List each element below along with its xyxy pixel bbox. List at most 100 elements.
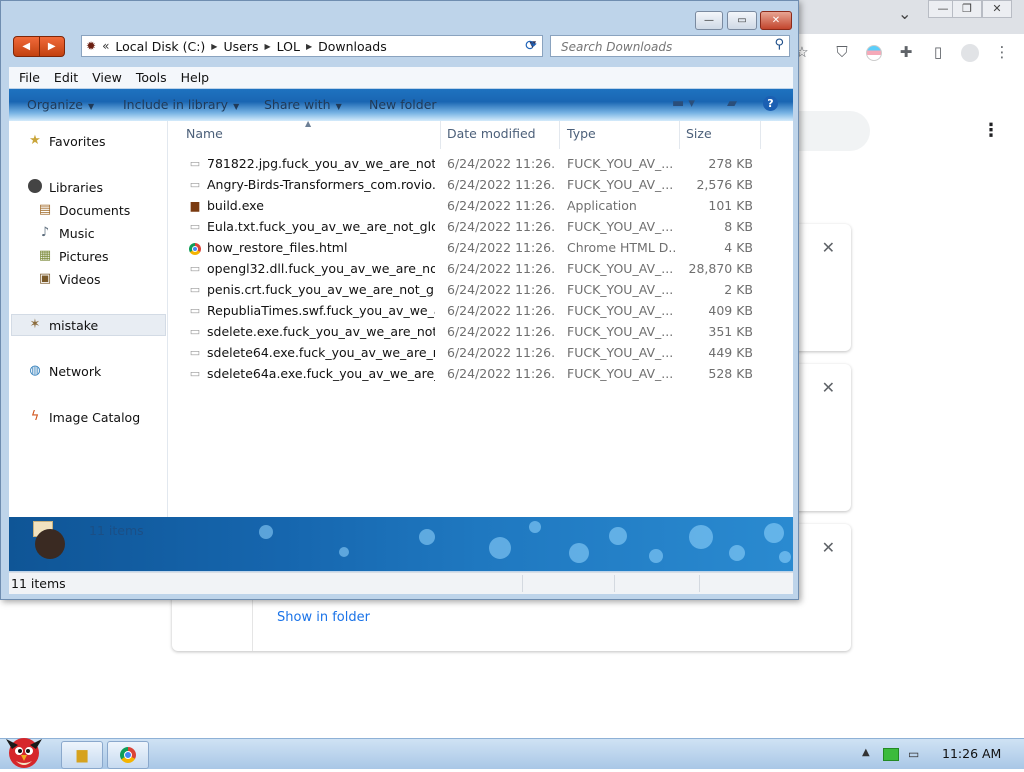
chrome-menu-icon[interactable]: ⋮ — [992, 42, 1012, 62]
card-close-icon[interactable]: ✕ — [822, 538, 835, 557]
decor-bubble — [489, 537, 511, 559]
nav-user-mistake[interactable]: ✶ mistake — [27, 317, 99, 333]
column-header-size[interactable]: Size — [686, 126, 712, 141]
include-in-library-button[interactable]: Include in library ▼ — [123, 97, 239, 112]
chrome-close-button[interactable]: ✕ — [982, 0, 1012, 18]
breadcrumb-separator-icon[interactable]: ▶ — [306, 42, 312, 51]
column-header-name[interactable]: Name — [186, 126, 223, 141]
column-divider[interactable] — [559, 121, 560, 149]
new-folder-button[interactable]: New folder — [369, 97, 437, 112]
taskbar-explorer-button[interactable]: ▆ — [61, 741, 103, 769]
chevron-down-icon: ▼ — [335, 102, 342, 111]
help-icon[interactable]: ? — [763, 96, 778, 111]
column-divider[interactable] — [760, 121, 761, 149]
forward-arrow-icon[interactable]: ▶ — [38, 37, 65, 56]
menu-help[interactable]: Help — [181, 70, 210, 85]
search-icon[interactable]: ⚲ — [774, 37, 784, 52]
file-type: FUCK_YOU_AV_... — [567, 261, 674, 276]
maximize-button[interactable]: ▭ — [727, 11, 757, 30]
menu-file[interactable]: File — [19, 70, 40, 85]
chrome-tab-search-chevron[interactable]: ⌄ — [898, 4, 911, 23]
file-row[interactable]: ▭ RepubliaTimes.swf.fuck_you_av_we_ar...… — [168, 301, 788, 322]
file-size: 351 KB — [708, 324, 753, 339]
file-row[interactable]: ▭ penis.crt.fuck_you_av_we_are_not_glo..… — [168, 280, 788, 301]
nav-label: Documents — [59, 202, 131, 218]
extension-flag-icon[interactable] — [864, 42, 884, 62]
nav-music[interactable]: ♪ Music — [37, 225, 95, 241]
change-view-icon[interactable]: ▬ ▾ — [672, 96, 695, 111]
file-size: 278 KB — [708, 156, 753, 171]
nav-network[interactable]: ◍ Network — [27, 363, 101, 379]
menu-tools[interactable]: Tools — [136, 70, 167, 85]
organize-button[interactable]: Organize ▼ — [27, 97, 94, 112]
file-row[interactable]: ▭ Angry-Birds-Transformers_com.rovio... … — [168, 175, 788, 196]
menu-edit[interactable]: Edit — [54, 70, 78, 85]
preview-pane-icon[interactable]: ▰ — [727, 96, 737, 111]
nav-videos[interactable]: ▣ Videos — [37, 271, 101, 287]
file-row[interactable]: ▭ opengl32.dll.fuck_you_av_we_are_not_..… — [168, 259, 788, 280]
menu-view[interactable]: View — [92, 70, 122, 85]
taskbar-chrome-button[interactable] — [107, 741, 149, 769]
search-input[interactable] — [559, 37, 773, 57]
profile-avatar-icon[interactable] — [960, 42, 980, 62]
nav-image-catalog[interactable]: ϟ Image Catalog — [27, 409, 140, 425]
back-arrow-icon[interactable]: ◀ — [14, 37, 39, 56]
close-button[interactable]: ✕ — [760, 11, 792, 30]
file-row[interactable]: ▭ Eula.txt.fuck_you_av_we_are_not_glob..… — [168, 217, 788, 238]
file-name: sdelete64.exe.fuck_you_av_we_are_no... — [207, 345, 435, 360]
file-name: sdelete.exe.fuck_you_av_we_are_not_... — [207, 324, 435, 339]
breadcrumb-local-disk[interactable]: Local Disk (C:) — [115, 39, 205, 54]
file-date: 6/24/2022 11:26... — [447, 366, 555, 381]
decor-bubble — [649, 549, 663, 563]
nav-libraries[interactable]: Libraries — [27, 179, 103, 195]
start-button[interactable] — [2, 731, 46, 769]
network-status-icon[interactable] — [883, 748, 899, 761]
extensions-puzzle-icon[interactable]: ✚ — [896, 42, 916, 62]
nav-documents[interactable]: ▤ Documents — [37, 202, 130, 218]
file-row[interactable]: ▭ sdelete64a.exe.fuck_you_av_we_are_n...… — [168, 364, 788, 385]
file-row[interactable]: ▭ 781822.jpg.fuck_you_av_we_are_not_g...… — [168, 154, 788, 175]
nav-favorites[interactable]: ★ Favorites — [27, 133, 105, 149]
share-with-button[interactable]: Share with ▼ — [264, 97, 342, 112]
card-close-icon[interactable]: ✕ — [822, 378, 835, 397]
show-in-folder-link[interactable]: Show in folder — [277, 610, 370, 625]
card-close-icon[interactable]: ✕ — [822, 238, 835, 257]
file-type: FUCK_YOU_AV_... — [567, 324, 674, 339]
column-divider[interactable] — [679, 121, 680, 149]
breadcrumb-lol[interactable]: LOL — [277, 39, 300, 54]
file-date: 6/24/2022 11:26... — [447, 324, 555, 339]
file-row[interactable]: how_restore_files.html 6/24/2022 11:26..… — [168, 238, 788, 259]
libraries-icon — [27, 179, 43, 195]
chrome-restore-button[interactable]: ❐ — [952, 0, 982, 18]
breadcrumb-downloads[interactable]: Downloads — [318, 39, 387, 54]
ublock-icon[interactable]: ⛉ — [832, 42, 852, 62]
display-icon[interactable]: ▭ — [908, 747, 919, 761]
breadcrumb-overflow[interactable]: « — [102, 39, 109, 53]
file-type: Application — [567, 198, 637, 213]
taskbar-clock[interactable]: 11:26 AM — [942, 746, 1001, 761]
breadcrumb-separator-icon[interactable]: ▶ — [264, 42, 270, 51]
file-date: 6/24/2022 11:26... — [447, 177, 555, 192]
file-date: 6/24/2022 11:26... — [447, 240, 555, 255]
file-name: how_restore_files.html — [207, 240, 348, 255]
column-header-type[interactable]: Type — [567, 126, 596, 141]
command-bar: Organize ▼ Include in library ▼ Share with… — [9, 89, 793, 121]
address-bar[interactable]: ✹ « Local Disk (C:) ▶ Users ▶ LOL ▶ Down… — [81, 35, 543, 57]
breadcrumb-users[interactable]: Users — [223, 39, 258, 54]
tray-expand-icon[interactable]: ▲ — [862, 747, 870, 758]
nav-label: Music — [59, 225, 95, 241]
downloads-more-icon[interactable]: ⋮ — [982, 121, 1000, 141]
search-box[interactable]: ⚲ — [550, 35, 790, 57]
minimize-button[interactable]: — — [695, 11, 723, 30]
file-row[interactable]: ▭ sdelete64.exe.fuck_you_av_we_are_no...… — [168, 343, 788, 364]
column-divider[interactable] — [440, 121, 441, 149]
refresh-icon[interactable]: ⟳ — [520, 37, 542, 55]
side-panel-icon[interactable]: ▯ — [928, 42, 948, 62]
breadcrumb-separator-icon[interactable]: ▶ — [211, 42, 217, 51]
include-label: Include in library — [123, 97, 229, 112]
column-header-date[interactable]: Date modified — [447, 126, 536, 141]
nav-pictures[interactable]: ▦ Pictures — [37, 248, 109, 264]
doc-icon: ▭ — [189, 325, 201, 338]
file-row[interactable]: ▆ build.exe 6/24/2022 11:26... Applicati… — [168, 196, 788, 217]
file-row[interactable]: ▭ sdelete.exe.fuck_you_av_we_are_not_...… — [168, 322, 788, 343]
